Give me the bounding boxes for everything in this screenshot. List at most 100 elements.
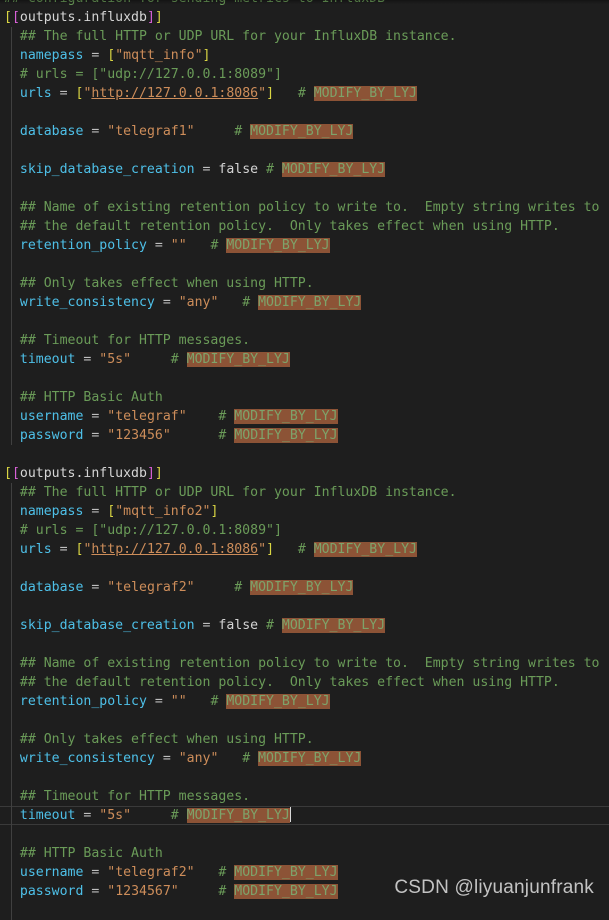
code-line[interactable]: ## Name of existing retention policy to … — [0, 654, 609, 673]
table-bracket-open: [ — [4, 10, 12, 25]
modify-marker-highlight: MODIFY_BY_LYJ — [313, 542, 417, 557]
config-value: "" — [170, 238, 187, 253]
code-line[interactable] — [0, 103, 609, 122]
code-line[interactable] — [0, 825, 609, 844]
comment-hash: # — [274, 542, 314, 557]
code-line[interactable]: ## the default retention policy. Only ta… — [0, 217, 609, 236]
code-line[interactable]: # urls = ["udp://127.0.0.1:8089"] — [0, 521, 609, 540]
comment-text: ## Only takes effect when using HTTP. — [4, 732, 314, 747]
code-line[interactable]: ## HTTP Basic Auth — [0, 388, 609, 407]
code-line[interactable] — [0, 255, 609, 274]
comment-hash: # — [131, 352, 187, 367]
url-link[interactable]: http://127.0.0.1:8086 — [91, 542, 258, 557]
comment-hash: # — [194, 124, 251, 139]
assign-operator: = — [51, 86, 76, 101]
code-line[interactable]: username = "telegraf" # MODIFY_BY_LYJ — [0, 407, 609, 426]
code-line[interactable] — [0, 635, 609, 654]
code-line[interactable]: write_consistency = "any" # MODIFY_BY_LY… — [0, 293, 609, 312]
url-link[interactable]: http://127.0.0.1:8086 — [91, 86, 258, 101]
config-key: username — [19, 865, 84, 880]
code-line[interactable]: ## HTTP Basic Auth — [0, 844, 609, 863]
comment-text: ## The full HTTP or UDP URL for your Inf… — [4, 485, 457, 500]
code-line[interactable]: timeout = "5s" # MODIFY_BY_LYJ — [0, 806, 609, 825]
code-line[interactable]: ## the default retention policy. Only ta… — [0, 673, 609, 692]
array-bracket-close: ] — [266, 86, 275, 101]
code-line[interactable] — [0, 559, 609, 578]
code-line[interactable]: database = "telegraf1" # MODIFY_BY_LYJ — [0, 122, 609, 141]
code-line[interactable]: ## Configuration for sending metrics to … — [0, 0, 609, 8]
code-line[interactable]: namepass = ["mqtt_info"] — [0, 46, 609, 65]
modify-marker-highlight: MODIFY_BY_LYJ — [313, 86, 417, 101]
comment-hash: # — [258, 618, 282, 633]
table-bracket-inner-close: ] — [146, 466, 155, 481]
code-line[interactable]: [[outputs.influxdb]] — [0, 8, 609, 27]
code-line[interactable]: ## Timeout for HTTP messages. — [0, 331, 609, 350]
code-line[interactable]: retention_policy = "" # MODIFY_BY_LYJ — [0, 692, 609, 711]
code-line[interactable]: ## Timeout for HTTP messages. — [0, 787, 609, 806]
comment-hash: # — [186, 238, 227, 253]
array-bracket-close: ] — [202, 48, 211, 63]
code-line[interactable] — [0, 768, 609, 787]
code-editor-pane[interactable]: ## Configuration for sending metrics to … — [0, 0, 609, 920]
code-line[interactable]: ## The full HTTP or UDP URL for your Inf… — [0, 27, 609, 46]
config-key: namepass — [19, 48, 84, 63]
code-line[interactable] — [0, 597, 609, 616]
code-line[interactable]: skip_database_creation = false # MODIFY_… — [0, 616, 609, 635]
config-key: timeout — [19, 352, 76, 367]
code-line[interactable]: timeout = "5s" # MODIFY_BY_LYJ — [0, 350, 609, 369]
code-line[interactable] — [0, 179, 609, 198]
code-line[interactable]: skip_database_creation = false # MODIFY_… — [0, 160, 609, 179]
config-key: database — [19, 580, 84, 595]
code-line[interactable]: urls = ["http://127.0.0.1:8086"] # MODIF… — [0, 84, 609, 103]
array-bracket-open: [ — [107, 48, 116, 63]
code-line[interactable] — [0, 312, 609, 331]
code-line[interactable]: retention_policy = "" # MODIFY_BY_LYJ — [0, 236, 609, 255]
code-line[interactable] — [0, 445, 609, 464]
assign-operator: = — [154, 295, 179, 310]
table-bracket-inner-open: [ — [11, 10, 20, 25]
comment-hash: # — [170, 428, 235, 443]
comment-hash: # — [274, 86, 314, 101]
code-line[interactable] — [0, 711, 609, 730]
assign-operator: = — [154, 751, 179, 766]
code-line[interactable]: password = "123456" # MODIFY_BY_LYJ — [0, 426, 609, 445]
modify-marker-highlight: MODIFY_BY_LYJ — [258, 751, 362, 766]
comment-hash: # — [218, 751, 259, 766]
config-value: "mqtt_info2" — [115, 504, 211, 519]
code-line[interactable]: ## Only takes effect when using HTTP. — [0, 730, 609, 749]
code-line[interactable]: urls = ["http://127.0.0.1:8086"] # MODIF… — [0, 540, 609, 559]
code-line[interactable]: write_consistency = "any" # MODIFY_BY_LY… — [0, 749, 609, 768]
code-line[interactable]: namepass = ["mqtt_info2"] — [0, 502, 609, 521]
config-key: urls — [19, 542, 52, 557]
code-line[interactable]: ## The full HTTP or UDP URL for your Inf… — [0, 483, 609, 502]
comment-text: ## Only takes effect when using HTTP. — [4, 276, 314, 291]
code-content[interactable]: ## Configuration for sending metrics to … — [0, 0, 609, 920]
code-line[interactable]: # urls = ["udp://127.0.0.1:8089"] — [0, 65, 609, 84]
assign-operator: = — [75, 352, 100, 367]
code-line[interactable] — [0, 141, 609, 160]
code-line[interactable] — [0, 369, 609, 388]
code-line[interactable]: database = "telegraf2" # MODIFY_BY_LYJ — [0, 578, 609, 597]
code-line[interactable] — [0, 901, 609, 920]
config-key: timeout — [19, 808, 76, 823]
code-line[interactable]: ## Name of existing retention policy to … — [0, 198, 609, 217]
config-key: username — [19, 409, 84, 424]
table-bracket-open: [ — [4, 466, 12, 481]
config-key: database — [19, 124, 84, 139]
config-key: skip_database_creation — [19, 618, 195, 633]
code-line[interactable]: ## Only takes effect when using HTTP. — [0, 274, 609, 293]
modify-marker-highlight: MODIFY_BY_LYJ — [250, 124, 354, 139]
code-line[interactable]: [[outputs.influxdb]] — [0, 464, 609, 483]
